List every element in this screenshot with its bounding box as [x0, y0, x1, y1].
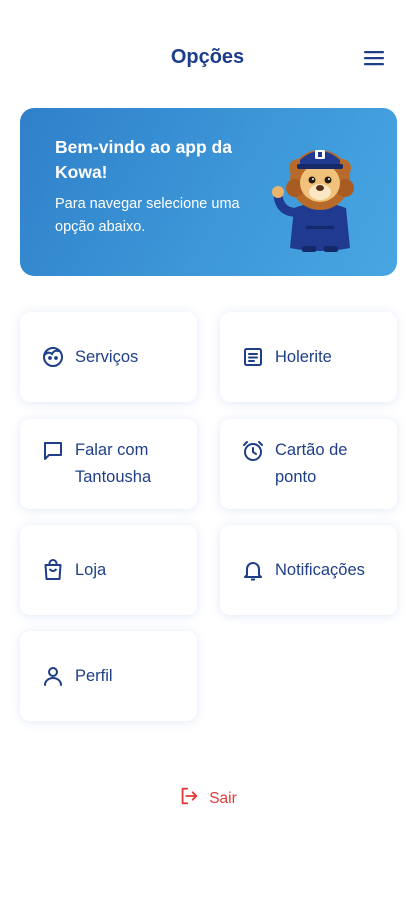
menu-card-falar-com-tantousha[interactable]: Falar com Tantousha — [20, 419, 197, 509]
menu-card-label: Serviços — [75, 347, 139, 366]
bell-icon — [240, 557, 266, 583]
menu-card-label: Cartão de ponto — [275, 441, 348, 486]
page-title: Opções — [170, 46, 245, 68]
menu-card-servicos[interactable]: Serviços — [20, 312, 197, 402]
menu-card-cartao-de-ponto[interactable]: Cartão de ponto — [220, 419, 397, 509]
face-icon — [40, 344, 66, 370]
header: Opções — [0, 0, 415, 110]
logout-icon[interactable] — [178, 785, 200, 812]
hamburger-menu-icon[interactable] — [363, 49, 385, 67]
logout-button[interactable]: Sair — [0, 785, 415, 812]
menu-card-label: Notificações — [275, 560, 365, 579]
menu-card-notificacoes[interactable]: Notificações — [220, 525, 397, 615]
menu-card-label: Falar com Tantousha — [75, 441, 152, 486]
shopping-bag-icon — [40, 557, 66, 583]
alarm-clock-icon — [240, 438, 266, 464]
menu-card-label: Holerite — [275, 347, 332, 366]
menu-card-label: Perfil — [75, 666, 113, 685]
lion-mascot-illustration — [272, 150, 354, 252]
chat-icon — [40, 438, 66, 464]
menu-card-holerite[interactable]: Holerite — [220, 312, 397, 402]
menu-card-label: Loja — [75, 560, 107, 579]
banner-title: Bem-vindo ao app da Kowa! — [55, 137, 232, 182]
menu-button[interactable] — [361, 46, 387, 70]
document-icon — [240, 344, 266, 370]
menu-card-loja[interactable]: Loja — [20, 525, 197, 615]
user-icon — [40, 663, 66, 689]
menu-card-perfil[interactable]: Perfil — [20, 631, 197, 721]
banner-subtitle: Para navegar selecione uma opção abaixo. — [55, 196, 240, 235]
welcome-banner: Bem-vindo ao app da Kowa! Para navegar s… — [20, 108, 397, 276]
logout-label: Sair — [209, 789, 237, 807]
